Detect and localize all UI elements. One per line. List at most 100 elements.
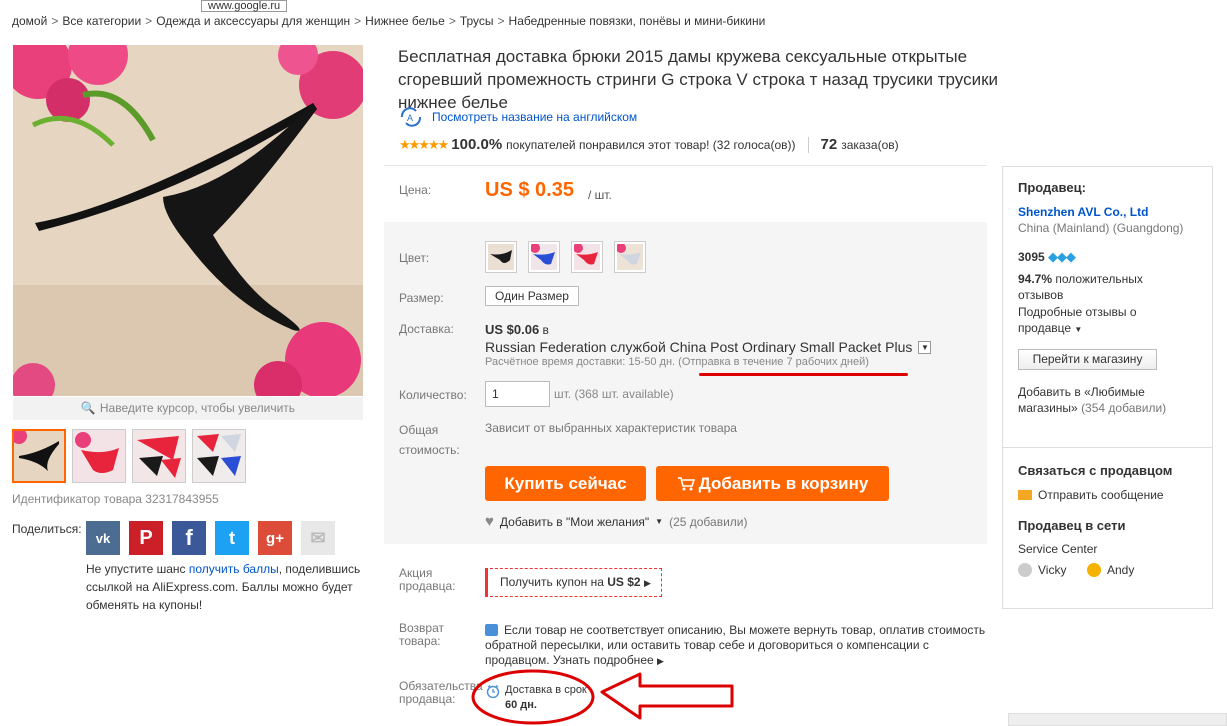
shipping-price: US $0.06 в <box>485 322 549 337</box>
zoom-hint: 🔍 Наведите курсор, чтобы увеличить <box>13 397 363 420</box>
send-message-link[interactable]: Отправить сообщение <box>1018 487 1164 503</box>
chevron-right-icon: ▶ <box>643 578 651 588</box>
learn-more-link[interactable]: Узнать подробнее <box>553 653 654 667</box>
breadcrumb-separator: > <box>354 14 362 28</box>
google-plus-icon[interactable]: g+ <box>258 521 292 555</box>
return-policy-text: Если товар не соответствует описанию, Вы… <box>485 623 986 667</box>
color-swatch-white[interactable] <box>614 241 646 273</box>
shipping-method-text: Russian Federation службой China Post Or… <box>485 339 913 355</box>
breadcrumb-all-categories[interactable]: Все категории <box>62 14 141 28</box>
seller-score: 3095 ◆◆◆ <box>1018 249 1076 264</box>
vk-icon[interactable]: vk <box>86 521 120 555</box>
product-id: Идентификатор товара 32317843955 <box>12 492 219 506</box>
agent-andy[interactable]: Andy <box>1087 562 1134 578</box>
seller-heading: Продавец: <box>1018 180 1086 195</box>
thumbnail[interactable] <box>72 429 126 483</box>
buy-now-button[interactable]: Купить сейчас <box>485 466 646 501</box>
star-rating-icon: ★★★★★ <box>399 136 449 152</box>
breadcrumb-women-clothing[interactable]: Одежда и аксессуары для женщин <box>156 14 350 28</box>
offline-agent-icon <box>1018 563 1032 577</box>
size-option-button[interactable]: Один Размер <box>485 286 579 306</box>
breadcrumb-home[interactable]: домой <box>12 14 47 28</box>
service-center-label: Service Center <box>1018 542 1098 556</box>
breadcrumb-thongs[interactable]: Набедренные повязки, понёвы и мини-бикин… <box>509 14 766 28</box>
detailed-reviews-dropdown[interactable]: Подробные отзывы о продавце ▼ <box>1018 304 1168 338</box>
divider <box>807 136 809 153</box>
contact-seller-heading: Связаться с продавцом <box>1018 463 1173 478</box>
online-agent-icon <box>1087 563 1101 577</box>
get-coupon-button[interactable]: Получить купон на US $2 ▶ <box>485 568 662 597</box>
rating-row: ★★★★★ 100.0% покупателей понравился этот… <box>399 136 899 153</box>
positive-feedback: 94.7% положительных отзывов <box>1018 272 1143 302</box>
add-to-wishlist[interactable]: ♥ Добавить в "Мои желания" ▼ (25 добавил… <box>485 513 747 530</box>
cart-icon <box>677 476 695 490</box>
envelope-icon <box>1018 490 1032 500</box>
heart-icon: ♥ <box>485 513 494 530</box>
breadcrumb-underwear[interactable]: Нижнее белье <box>365 14 445 28</box>
size-label: Размер: <box>399 291 444 305</box>
total-label: Общая стоимость: <box>399 423 460 457</box>
thumbnail[interactable] <box>12 429 66 483</box>
price-value: US $ 0.35 <box>485 179 574 201</box>
annotation-underline <box>699 373 908 376</box>
url-tooltip: www.google.ru <box>201 0 288 12</box>
translate-link[interactable]: A Посмотреть название на английском <box>398 107 637 127</box>
seller-online-heading: Продавец в сети <box>1018 518 1126 533</box>
breadcrumb-separator: > <box>145 14 153 28</box>
orders-count: 72 <box>820 136 838 153</box>
wishlist-label: Добавить в "Мои желания" <box>499 514 650 529</box>
total-value: Зависит от выбранных характеристик товар… <box>485 421 737 435</box>
chevron-down-icon[interactable]: ▼ <box>918 340 932 354</box>
add-to-favorites[interactable]: Добавить в «Любимые магазины» (354 добав… <box>1018 384 1198 416</box>
seller-obligations-label: Обязательства продавца: <box>399 679 483 706</box>
add-to-cart-button[interactable]: Добавить в корзину <box>656 466 889 501</box>
facebook-icon[interactable]: f <box>172 521 206 555</box>
delivery-time: Расчётное время доставки: 15-50 дн. (Отп… <box>485 356 869 368</box>
color-label: Цвет: <box>399 251 430 265</box>
thumbnail[interactable] <box>192 429 246 483</box>
thumbnail[interactable] <box>132 429 186 483</box>
return-label: Возврат товара: <box>399 621 444 648</box>
translate-icon: A <box>400 107 422 127</box>
price-unit: / шт. <box>588 188 612 202</box>
color-swatch-red[interactable] <box>571 241 603 273</box>
divider <box>384 165 987 166</box>
rating-text[interactable]: покупателей понравился этот товар! (32 г… <box>506 138 795 152</box>
color-swatch-blue[interactable] <box>528 241 560 273</box>
chevron-down-icon: ▼ <box>1074 325 1083 334</box>
share-text: Не упустите шанс получить баллы, поделив… <box>86 562 361 612</box>
get-points-link[interactable]: получить баллы <box>189 562 279 576</box>
share-icons: vk P f t g+ ✉ <box>86 521 335 555</box>
return-icon <box>485 624 498 636</box>
zoom-hint-text: Наведите курсор, чтобы увеличить <box>99 401 296 415</box>
seller-location: China (Mainland) (Guangdong) <box>1018 221 1184 235</box>
breadcrumb-separator: > <box>497 14 505 28</box>
quantity-label: Количество: <box>399 388 467 402</box>
pinterest-icon[interactable]: P <box>129 521 163 555</box>
diamond-icon: ◆◆◆ <box>1048 249 1076 264</box>
svg-text:A: A <box>407 113 413 123</box>
annotation-arrow <box>471 669 734 725</box>
chevron-right-icon: ▶ <box>657 656 664 666</box>
translate-link-text: Посмотреть название на английском <box>432 110 638 124</box>
color-swatch-black[interactable] <box>485 241 517 273</box>
price-label: Цена: <box>399 183 432 197</box>
go-to-store-button[interactable]: Перейти к магазину <box>1018 349 1157 370</box>
share-label: Поделиться: <box>12 522 82 536</box>
agent-vicky[interactable]: Vicky <box>1018 562 1066 578</box>
twitter-icon[interactable]: t <box>215 521 249 555</box>
orders-text: заказа(ов) <box>841 137 899 152</box>
shipping-label: Доставка: <box>399 322 454 336</box>
product-title: Бесплатная доставка брюки 2015 дамы круж… <box>398 47 998 112</box>
seller-promo-label: Акция продавца: <box>399 566 456 593</box>
thumbnail-strip <box>12 429 246 483</box>
main-product-image[interactable] <box>13 45 363 396</box>
quantity-input[interactable]: 1 <box>485 381 550 407</box>
email-icon[interactable]: ✉ <box>301 521 335 555</box>
breadcrumb-panties[interactable]: Трусы <box>460 14 494 28</box>
breadcrumb-separator: > <box>448 14 456 28</box>
shipping-method[interactable]: Russian Federation службой China Post Or… <box>485 339 932 355</box>
store-name-link[interactable]: Shenzhen AVL Co., Ltd <box>1018 204 1148 220</box>
wishlist-count: (25 добавили) <box>669 514 748 529</box>
bottom-panel-edge <box>1008 713 1227 726</box>
